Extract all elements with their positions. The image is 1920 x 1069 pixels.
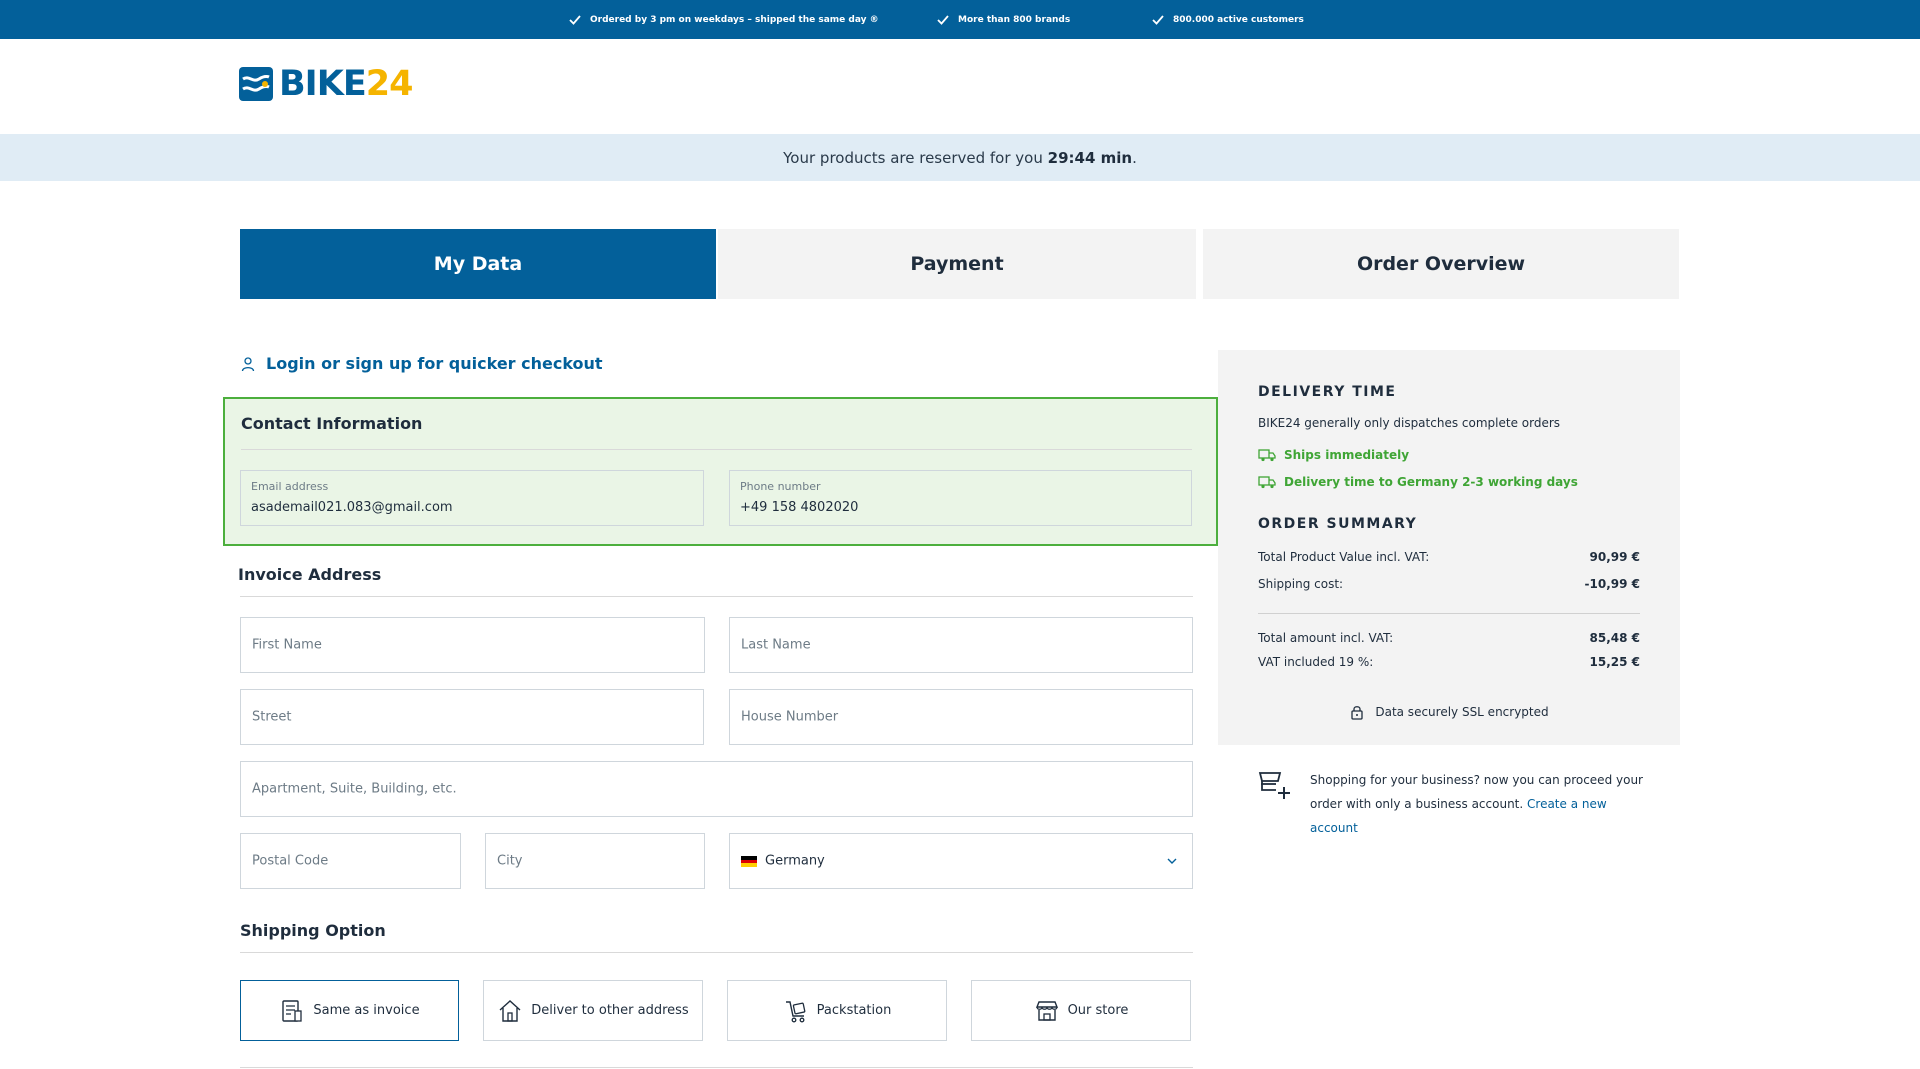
reservation-text: Your products are reserved for you [783,148,1043,167]
shipping-option-label: Our store [1067,1003,1129,1018]
usp-text: 800.000 active customers [1173,14,1304,25]
summary-row: Shipping cost: -10,99 € [1258,577,1640,591]
last-name-placeholder: Last Name [741,637,811,653]
ships-immediately: Ships immediately [1258,448,1409,462]
usp-item: More than 800 brands [936,0,1070,39]
shipping-option-label: Same as invoice [313,1003,420,1018]
postal-code-placeholder: Postal Code [252,853,329,869]
checkmark-icon [1152,14,1164,25]
usp-bar: Ordered by 3 pm on weekdays – shipped th… [0,0,1920,39]
truck-icon [1258,449,1276,462]
bike24-logo[interactable]: BIKE24 [239,64,413,104]
cart-icon [785,1000,806,1022]
divider [240,1067,1193,1068]
phone-label: Phone number [740,480,821,493]
first-name-input[interactable]: First Name [240,617,705,673]
user-icon [241,356,255,371]
country-value: Germany [765,853,825,869]
usp-text: Ordered by 3 pm on weekdays – shipped th… [590,14,879,25]
order-summary-heading: ORDER SUMMARY [1258,516,1418,532]
country-select[interactable]: Germany [729,833,1193,889]
city-input[interactable]: City [485,833,705,889]
shipping-option-packstation[interactable]: Packstation [727,980,947,1041]
usp-text: More than 800 brands [958,14,1071,25]
home-icon [499,999,521,1022]
email-field[interactable]: Email address asademail021.083@gmail.com [240,470,704,526]
delivery-note: BIKE24 generally only dispatches complet… [1258,416,1561,430]
apartment-placeholder: Apartment, Suite, Building, etc. [252,781,457,797]
email-label: Email address [251,480,329,493]
summary-total-row: Total amount incl. VAT: 85,48 € [1258,631,1640,645]
usp-item: Ordered by 3 pm on weekdays – shipped th… [568,0,879,39]
summary-row: Total Product Value incl. VAT: 90,99 € [1258,550,1640,564]
phone-field[interactable]: Phone number +49 158 4802020 [729,470,1192,526]
email-value: asademail021.083@gmail.com [251,500,453,515]
divider [241,449,1192,450]
login-link-label: Login or sign up for quicker checkout [266,354,603,373]
house-number-placeholder: House Number [741,709,839,725]
logo-mark-icon [239,67,273,101]
shipping-option-label: Deliver to other address [531,1003,689,1018]
shipping-title: Shipping Option [240,921,386,940]
reservation-timer: 29:44 min [1047,148,1133,167]
shipping-option-same-as-invoice[interactable]: Same as invoice [240,980,459,1041]
ssl-notice: Data securely SSL encrypted [1218,704,1680,720]
tab-order-overview[interactable]: Order Overview [1203,229,1679,299]
store-icon [1035,1000,1058,1021]
street-input[interactable]: Street [240,689,704,745]
last-name-input[interactable]: Last Name [729,617,1193,673]
usp-item: 800.000 active customers [1151,0,1304,39]
summary-vat-row: VAT included 19 %: 15,25 € [1258,655,1640,669]
germany-flag-icon [741,856,757,867]
apartment-input[interactable]: Apartment, Suite, Building, etc. [240,761,1193,817]
lock-icon [1351,706,1363,720]
truck-icon [1258,476,1276,489]
divider [240,952,1193,953]
divider [240,596,1193,597]
contact-title: Contact Information [241,414,423,433]
delivery-time-info: Delivery time to Germany 2-3 working day… [1258,475,1578,489]
invoice-icon [282,999,303,1022]
phone-value: +49 158 4802020 [740,500,859,515]
divider [1258,613,1640,614]
delivery-time-heading: DELIVERY TIME [1258,384,1397,400]
business-cart-icon [1258,772,1290,799]
first-name-placeholder: First Name [252,637,322,653]
shipping-option-other-address[interactable]: Deliver to other address [483,980,703,1041]
logo-wordmark: BIKE24 [279,64,413,104]
login-link[interactable]: Login or sign up for quicker checkout [240,354,603,373]
shipping-option-label: Packstation [816,1003,892,1018]
reservation-banner: Your products are reserved for you 29:44… [0,134,1920,181]
checkmark-icon [569,14,581,25]
tab-my-data[interactable]: My Data [240,229,716,299]
house-number-input[interactable]: House Number [729,689,1193,745]
postal-code-input[interactable]: Postal Code [240,833,461,889]
city-placeholder: City [497,853,523,869]
shipping-option-our-store[interactable]: Our store [971,980,1191,1041]
order-sidebar: DELIVERY TIME BIKE24 generally only disp… [1218,350,1680,745]
invoice-title: Invoice Address [238,565,382,584]
street-placeholder: Street [252,709,292,725]
business-text: Shopping for your business? now you can … [1310,773,1643,835]
chevron-down-icon [1167,858,1177,864]
checkmark-icon [937,14,949,25]
tab-payment[interactable]: Payment [718,229,1196,299]
